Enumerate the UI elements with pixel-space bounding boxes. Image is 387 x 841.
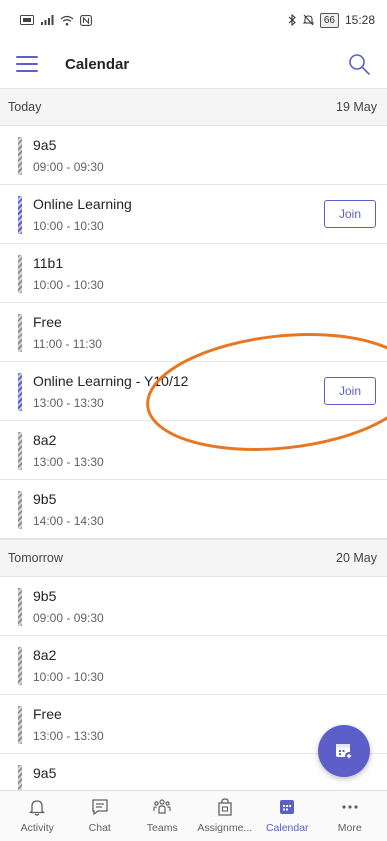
event-color-bar [18, 255, 22, 293]
event-title: 9b5 [33, 588, 57, 604]
app-screen: 66 15:28 Calendar Today 19 May 9a5 09:00… [0, 0, 387, 841]
event-time: 13:00 - 13:30 [33, 729, 104, 743]
event-time: 10:00 - 10:30 [33, 670, 104, 684]
nav-label: Activity [20, 822, 54, 834]
nav-assignments[interactable]: Assignme... [194, 791, 257, 841]
teams-icon [153, 799, 171, 814]
event-item[interactable]: 9b5 14:00 - 14:30 [0, 480, 387, 539]
event-color-bar [18, 647, 22, 685]
event-color-bar [18, 588, 22, 626]
signal-icon [41, 15, 54, 25]
event-time: 09:00 - 09:30 [33, 611, 104, 625]
event-item[interactable]: 11b1 10:00 - 10:30 [0, 244, 387, 303]
nav-label: Assignme... [197, 822, 253, 834]
section-date: 20 May [336, 551, 377, 565]
event-time: 10:00 - 10:30 [33, 219, 104, 233]
sim-card-icon [20, 15, 34, 25]
event-title: 9a5 [33, 137, 57, 153]
nfc-icon [80, 14, 92, 26]
event-title: Online Learning - Y10/12 [33, 373, 189, 389]
clock: 15:28 [344, 13, 375, 27]
page-title: Calendar [65, 55, 130, 73]
event-item[interactable]: Online Learning - Y10/12 13:00 - 13:30 J… [0, 362, 387, 421]
event-color-bar [18, 432, 22, 470]
nav-label: More [337, 822, 362, 834]
nav-chat[interactable]: Chat [69, 791, 132, 841]
join-button[interactable]: Join [324, 200, 376, 228]
event-title: 11b1 [33, 255, 64, 271]
assignments-icon [218, 798, 232, 816]
chat-icon [92, 799, 108, 816]
status-bar: 66 15:28 [0, 0, 387, 40]
new-meeting-button[interactable] [318, 725, 370, 777]
event-color-bar [18, 137, 22, 175]
event-title: Online Learning [33, 196, 132, 212]
nav-teams[interactable]: Teams [131, 791, 194, 841]
event-color-bar [18, 491, 22, 529]
battery-icon: 66 [319, 12, 339, 28]
event-item[interactable]: Free 11:00 - 11:30 [0, 303, 387, 362]
calendar-icon [280, 800, 295, 814]
event-title: Free [33, 314, 62, 330]
nav-more[interactable]: More [319, 791, 382, 841]
mute-icon [302, 14, 314, 26]
event-title: 9b5 [33, 491, 57, 507]
calendar-add-icon [336, 744, 353, 760]
event-time: 10:00 - 10:30 [33, 278, 104, 292]
event-title: 8a2 [33, 432, 57, 448]
section-label: Today [8, 100, 42, 114]
event-time: 13:00 - 13:30 [33, 396, 104, 410]
nav-label: Teams [146, 822, 178, 834]
section-label: Tomorrow [8, 551, 63, 565]
event-title: 9a5 [33, 765, 57, 781]
event-item[interactable]: 8a2 10:00 - 10:30 [0, 636, 387, 695]
app-header: Calendar [0, 40, 387, 88]
search-icon[interactable] [347, 52, 371, 76]
event-time: 13:00 - 13:30 [33, 455, 104, 469]
event-item[interactable]: 9a5 09:00 - 09:30 [0, 126, 387, 185]
bluetooth-icon [288, 14, 296, 26]
event-color-bar [18, 706, 22, 744]
event-time: 11:00 - 11:30 [33, 337, 102, 351]
more-icon [342, 805, 358, 809]
nav-calendar[interactable]: Calendar [256, 791, 319, 841]
bottom-nav: Activity Chat Teams Assignme... Calendar… [0, 790, 387, 841]
event-color-bar [18, 196, 22, 234]
status-left [20, 14, 92, 26]
event-item[interactable]: 8a2 13:00 - 13:30 [0, 421, 387, 480]
status-right: 66 15:28 [288, 12, 375, 28]
event-item[interactable]: Online Learning 10:00 - 10:30 Join [0, 185, 387, 244]
section-date: 19 May [336, 100, 377, 114]
section-header-today: Today 19 May [0, 88, 387, 126]
nav-label: Calendar [265, 822, 309, 834]
wifi-icon [60, 15, 74, 25]
event-title: 8a2 [33, 647, 57, 663]
nav-label: Chat [88, 822, 111, 834]
calendar-agenda: Today 19 May 9a5 09:00 - 09:30 Online Le… [0, 88, 387, 813]
menu-icon[interactable] [16, 56, 38, 72]
event-item[interactable]: 9b5 09:00 - 09:30 [0, 577, 387, 636]
event-title: Free [33, 706, 62, 722]
nav-activity[interactable]: Activity [6, 791, 69, 841]
section-header-tomorrow: Tomorrow 20 May [0, 539, 387, 577]
join-button[interactable]: Join [324, 377, 376, 405]
event-time: 14:00 - 14:30 [33, 514, 104, 528]
bell-icon [29, 800, 46, 816]
event-color-bar [18, 373, 22, 411]
event-color-bar [18, 314, 22, 352]
event-time: 09:00 - 09:30 [33, 160, 104, 174]
